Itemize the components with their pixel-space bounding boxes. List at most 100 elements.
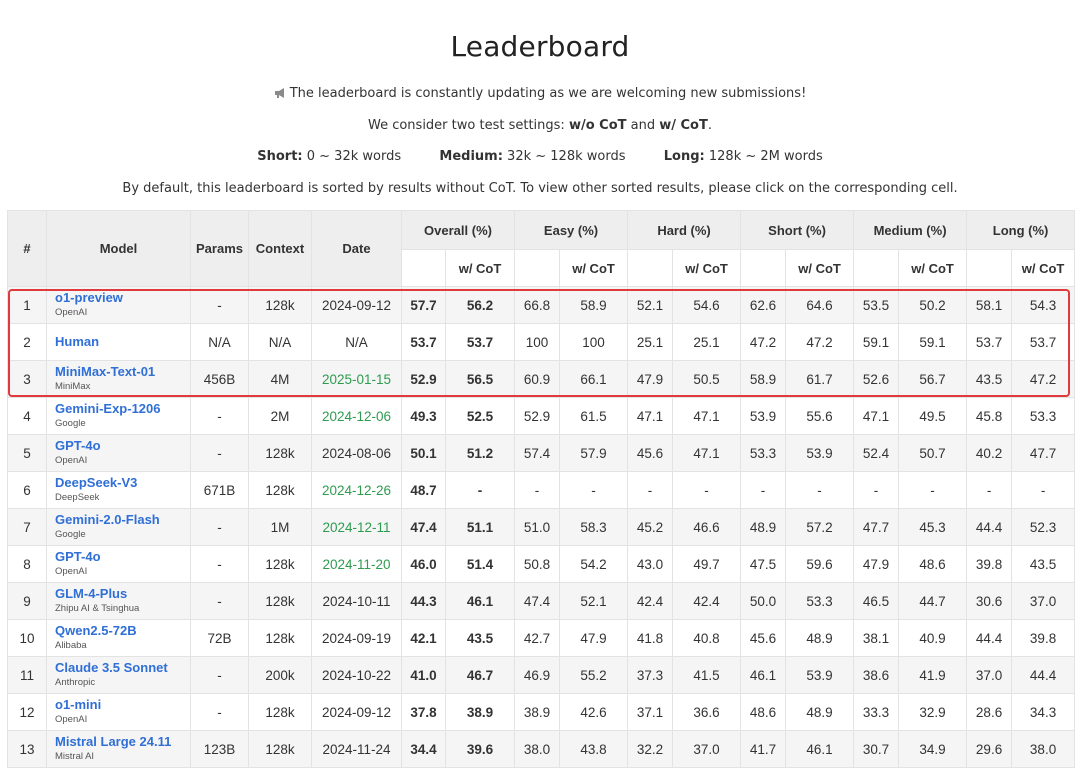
score-cell: 30.7 — [853, 730, 900, 768]
overall-with-cot-cell[interactable]: w/ CoT — [444, 249, 516, 287]
model-name-link[interactable]: GPT-4o — [55, 549, 190, 564]
header-overall[interactable]: Overall (%) — [400, 210, 516, 250]
score-cell: 53.3 — [785, 582, 855, 620]
settings-and: and — [626, 118, 660, 133]
header-context[interactable]: Context — [248, 210, 312, 287]
model-organization: OpenAI — [55, 713, 88, 725]
score-cell: 57.9 — [559, 434, 629, 472]
model-name-link[interactable]: DeepSeek-V3 — [55, 475, 190, 490]
params-cell: - — [190, 693, 249, 731]
model-name-link[interactable]: Mistral Large 24.11 — [55, 734, 190, 749]
table-row: 5 GPT-4o OpenAI -128k 2024-08-06 50.1 51.2 57.4… — [7, 434, 1076, 472]
model-name-link[interactable]: GLM-4-Plus — [55, 586, 190, 601]
hard-without-cot-cell[interactable] — [627, 249, 674, 287]
score-cell: 38.9 — [514, 693, 561, 731]
score-cell: 61.7 — [785, 360, 855, 398]
model-name-link[interactable]: GPT-4o — [55, 438, 190, 453]
model-name-link[interactable]: o1-mini — [55, 697, 190, 712]
long-with-cot-cell[interactable]: w/ CoT — [1011, 249, 1076, 287]
score-cell: 51.4 — [444, 545, 516, 583]
score-cell: 47.2 — [785, 323, 855, 361]
header-hard[interactable]: Hard (%) — [627, 210, 742, 250]
model-organization: Zhipu AI & Tsinghua — [55, 602, 140, 614]
header-rank[interactable]: # — [7, 210, 47, 287]
leaderboard-table: # Model Params Context Date Overall (%) … — [7, 210, 1076, 768]
short-with-cot-cell[interactable]: w/ CoT — [785, 249, 855, 287]
score-cell: 34.9 — [898, 730, 968, 768]
date-cell: 2024-12-06 — [311, 397, 402, 435]
score-cell: - — [966, 471, 1013, 509]
short-without-cot-cell[interactable] — [740, 249, 787, 287]
long-value: 128k ~ 2M words — [704, 149, 823, 164]
header-short[interactable]: Short (%) — [740, 210, 855, 250]
header-date[interactable]: Date — [311, 210, 402, 287]
score-cell: 52.9 — [514, 397, 561, 435]
score-cell: 58.3 — [559, 508, 629, 546]
header-easy[interactable]: Easy (%) — [514, 210, 629, 250]
page-title: Leaderboard — [450, 30, 630, 63]
header-params[interactable]: Params — [190, 210, 249, 287]
date-cell: 2024-10-22 — [311, 656, 402, 694]
score-cell: 50.5 — [672, 360, 742, 398]
medium-label: Medium: — [439, 149, 503, 164]
score-cell: 41.8 — [627, 619, 674, 657]
context-cell: 128k — [248, 693, 312, 731]
score-cell: 56.5 — [444, 360, 516, 398]
score-cell: 42.4 — [627, 582, 674, 620]
model-cell: MiniMax-Text-01 MiniMax — [46, 360, 191, 398]
score-cell: 44.4 — [966, 619, 1013, 657]
model-cell: Mistral Large 24.11 Mistral AI — [46, 730, 191, 768]
model-name-link[interactable]: Qwen2.5-72B — [55, 623, 190, 638]
score-cell: 50.8 — [514, 545, 561, 583]
context-cell: 1M — [248, 508, 312, 546]
score-cell: 47.1 — [672, 434, 742, 472]
header-model[interactable]: Model — [46, 210, 191, 287]
header-long[interactable]: Long (%) — [966, 210, 1076, 250]
long-label: Long: — [663, 149, 705, 164]
header-medium[interactable]: Medium (%) — [853, 210, 968, 250]
context-cell: 2M — [248, 397, 312, 435]
context-cell: 128k — [248, 619, 312, 657]
score-cell: 53.3 — [740, 434, 787, 472]
long-without-cot-cell[interactable] — [966, 249, 1013, 287]
easy-without-cot-cell[interactable] — [514, 249, 561, 287]
score-cell: 52.5 — [444, 397, 516, 435]
easy-with-cot-cell[interactable]: w/ CoT — [559, 249, 629, 287]
score-cell: 53.3 — [1011, 397, 1076, 435]
score-cell: 49.7 — [672, 545, 742, 583]
score-cell: 52.3 — [1011, 508, 1076, 546]
table-row: 12 o1-mini OpenAI -128k 2024-09-12 37.8 38.9 38… — [7, 693, 1076, 731]
score-cell: 52.1 — [627, 286, 674, 324]
rank-cell: 5 — [7, 434, 47, 472]
score-cell: 64.6 — [785, 286, 855, 324]
model-name-link[interactable]: Gemini-2.0-Flash — [55, 512, 190, 527]
score-cell: 47.1 — [627, 397, 674, 435]
model-organization: OpenAI — [55, 565, 88, 577]
overall-without-cot-cell[interactable] — [401, 249, 446, 287]
model-name-link[interactable]: MiniMax-Text-01 — [55, 364, 190, 379]
context-cell: 128k — [248, 582, 312, 620]
model-name-link[interactable]: Human — [55, 335, 190, 349]
score-cell: 41.5 — [672, 656, 742, 694]
score-cell: 42.6 — [559, 693, 629, 731]
score-cell: 42.1 — [401, 619, 446, 657]
medium-with-cot-cell[interactable]: w/ CoT — [898, 249, 968, 287]
table-row: 2 Human N/A N/A N/A 53.7 53.7 100 100 25.1 25.1 47.… — [7, 323, 1076, 361]
model-name-link[interactable]: Gemini-Exp-1206 — [55, 401, 190, 416]
score-cell: 29.6 — [966, 730, 1013, 768]
score-cell: 44.7 — [898, 582, 968, 620]
model-name-link[interactable]: o1-preview — [55, 290, 190, 305]
score-cell: 53.9 — [785, 656, 855, 694]
score-cell: - — [898, 471, 968, 509]
score-cell: 52.9 — [401, 360, 446, 398]
score-cell: 50.0 — [740, 582, 787, 620]
length-definitions: Short: 0 ~ 32k words Medium: 32k ~ 128k … — [0, 149, 1080, 164]
date-cell: N/A — [311, 323, 402, 361]
score-cell: 45.2 — [627, 508, 674, 546]
hard-with-cot-cell[interactable]: w/ CoT — [672, 249, 742, 287]
medium-without-cot-cell[interactable] — [853, 249, 900, 287]
model-name-link[interactable]: Claude 3.5 Sonnet — [55, 660, 190, 675]
score-cell: 47.1 — [672, 397, 742, 435]
params-cell: 123B — [190, 730, 249, 768]
model-organization: OpenAI — [55, 454, 88, 466]
